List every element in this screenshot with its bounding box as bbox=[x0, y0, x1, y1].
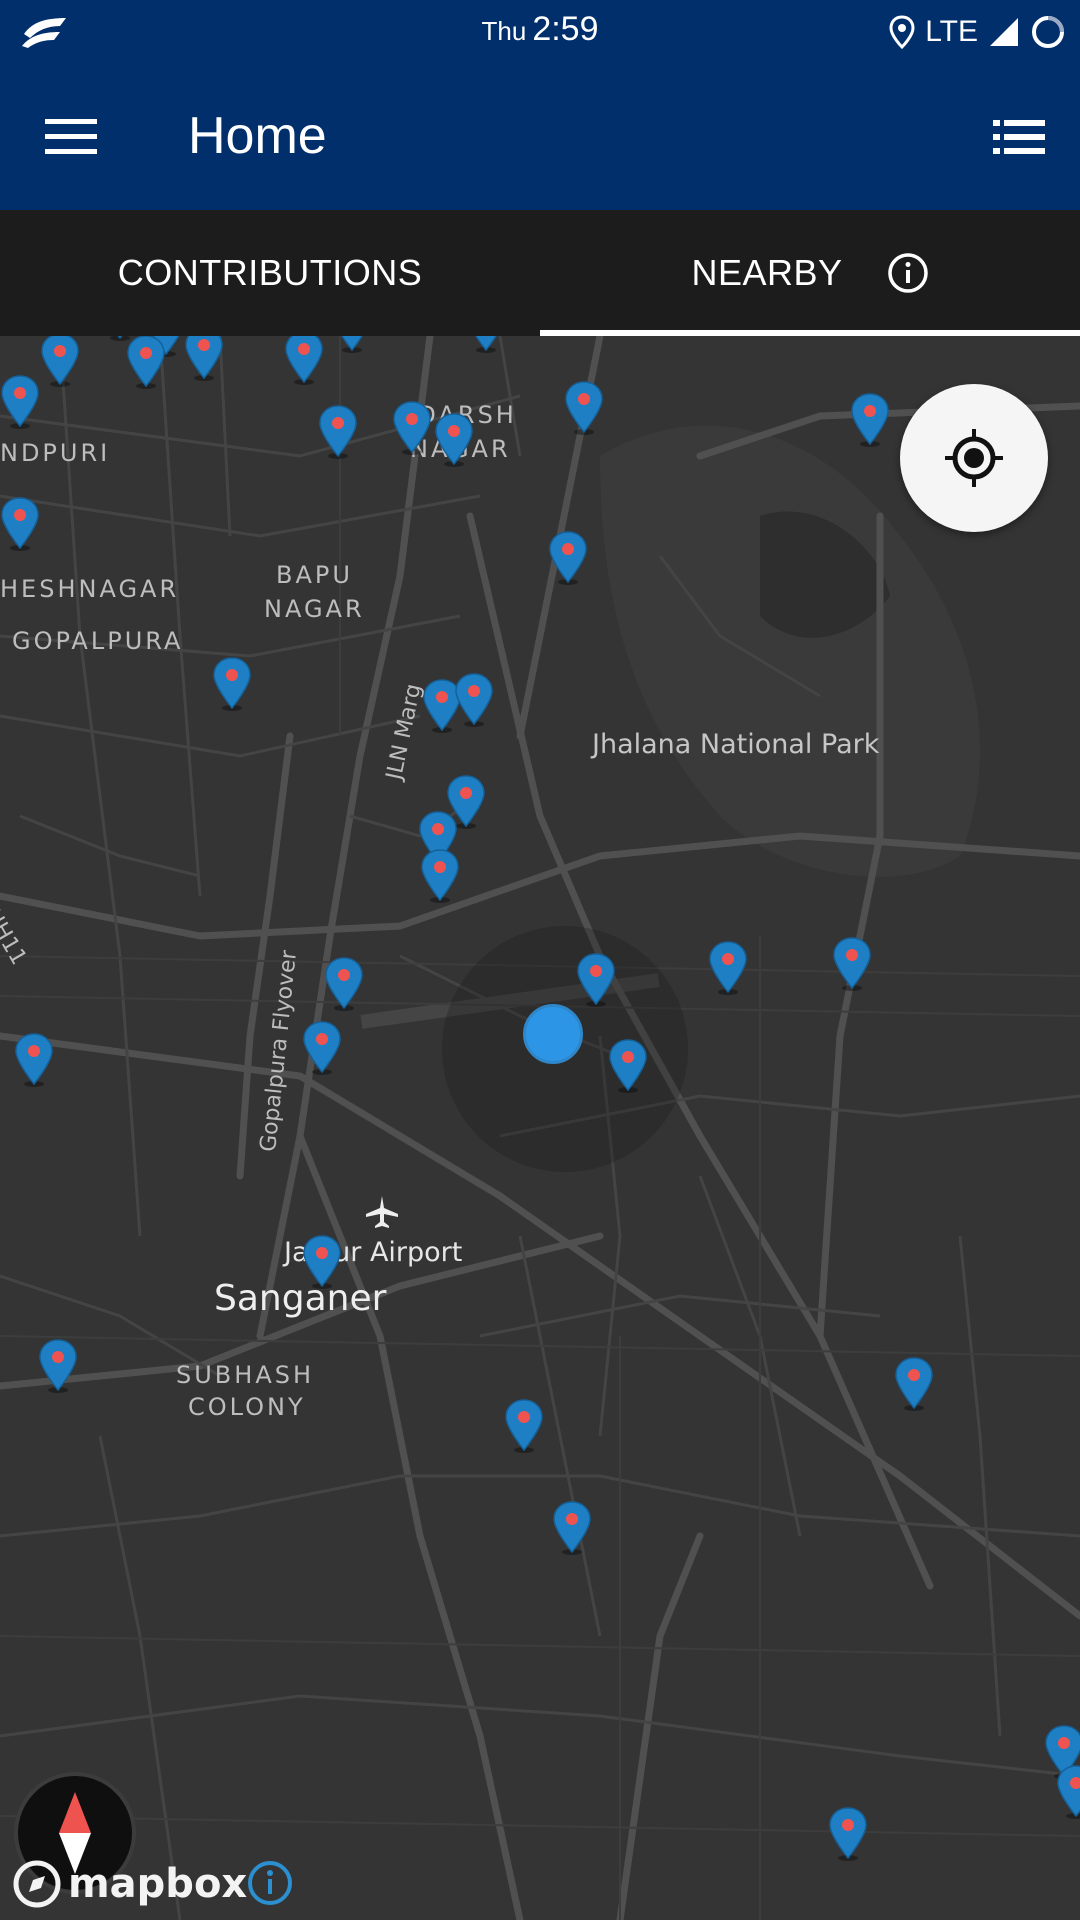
info-icon[interactable] bbox=[887, 252, 929, 294]
map-pin-icon[interactable] bbox=[454, 672, 494, 728]
map-pin-icon[interactable] bbox=[0, 496, 40, 552]
mapbox-wordmark: mapbox bbox=[68, 1861, 248, 1907]
map-pin-icon[interactable] bbox=[0, 374, 40, 430]
map-pin-icon[interactable] bbox=[466, 336, 506, 354]
network-type: LTE bbox=[925, 15, 978, 48]
status-day: Thu bbox=[481, 16, 527, 46]
map-pin-icon[interactable] bbox=[14, 1032, 54, 1088]
tab-bar: CONTRIBUTIONS NEARBY bbox=[0, 210, 1080, 336]
tab-contributions[interactable]: CONTRIBUTIONS bbox=[0, 210, 540, 336]
status-clock: 2:59 bbox=[532, 10, 599, 48]
map-label-jhalana-park: Jhalana National Park bbox=[592, 729, 880, 760]
map-pin-icon[interactable] bbox=[552, 1500, 592, 1556]
menu-icon bbox=[45, 119, 97, 154]
map-pin-icon[interactable] bbox=[420, 848, 460, 904]
map-label-gopalpura: GOPALPURA bbox=[12, 627, 184, 655]
map-pin-icon[interactable] bbox=[302, 1234, 342, 1290]
map-view[interactable]: NDPURI ADARSH NAGAR BAPU NAGAR HESHNAGAR… bbox=[0, 336, 1080, 1920]
map-pin-icon[interactable] bbox=[126, 336, 166, 390]
map-pin-icon[interactable] bbox=[434, 412, 474, 468]
app-bar: Home bbox=[0, 64, 1080, 210]
tab-nearby[interactable]: NEARBY bbox=[540, 210, 1080, 336]
map-pin-icon[interactable] bbox=[832, 936, 872, 992]
map-pin-icon[interactable] bbox=[184, 336, 224, 382]
map-pin-icon[interactable] bbox=[504, 1398, 544, 1454]
map-pin-icon[interactable] bbox=[318, 404, 358, 460]
attribution-info-icon[interactable] bbox=[246, 1859, 294, 1907]
map-label-subhash: SUBHASH bbox=[176, 1361, 315, 1389]
airport-icon bbox=[366, 1196, 398, 1228]
map-pin-icon[interactable] bbox=[40, 336, 80, 388]
map-label-subhash-colony: COLONY bbox=[188, 1393, 306, 1421]
status-icons: LTE bbox=[889, 12, 1066, 52]
status-bar: Thu 2:59 LTE bbox=[0, 0, 1080, 64]
map-pin-icon[interactable] bbox=[302, 1020, 342, 1076]
map-pin-icon[interactable] bbox=[894, 1356, 934, 1412]
gps-target-icon bbox=[945, 429, 1003, 487]
map-pin-icon[interactable] bbox=[576, 952, 616, 1008]
map-pin-icon[interactable] bbox=[850, 392, 890, 448]
list-icon bbox=[993, 120, 1045, 154]
map-pin-icon[interactable] bbox=[332, 336, 372, 354]
tab-contributions-label: CONTRIBUTIONS bbox=[117, 252, 423, 293]
map-pin-icon[interactable] bbox=[392, 400, 432, 456]
map-label-indpuri: NDPURI bbox=[0, 439, 111, 467]
map-label-bapu: BAPU bbox=[276, 561, 353, 589]
map-label-bapu-nagar: NAGAR bbox=[264, 595, 365, 623]
map-pin-icon[interactable] bbox=[324, 956, 364, 1012]
user-location-dot bbox=[523, 1004, 583, 1064]
mapbox-logo-icon bbox=[13, 1860, 61, 1908]
map-pin-icon[interactable] bbox=[38, 1338, 78, 1394]
my-location-button[interactable] bbox=[900, 384, 1048, 532]
signal-icon bbox=[990, 18, 1018, 46]
menu-button[interactable] bbox=[34, 104, 108, 170]
map-label-sanganer: Sanganer bbox=[214, 1278, 387, 1319]
map-pin-icon[interactable] bbox=[708, 940, 748, 996]
list-view-button[interactable] bbox=[984, 104, 1054, 170]
map-pin-icon[interactable] bbox=[828, 1806, 868, 1862]
map-pin-icon[interactable] bbox=[564, 380, 604, 436]
map-pin-icon[interactable] bbox=[284, 336, 324, 386]
mapbox-logo: mapbox bbox=[12, 1856, 247, 1912]
tab-nearby-label: NEARBY bbox=[691, 252, 843, 293]
map-pin-icon[interactable] bbox=[548, 530, 588, 586]
map-pin-icon[interactable] bbox=[1056, 1764, 1080, 1820]
loading-icon bbox=[1032, 16, 1064, 48]
map-label-ganeshnagar: HESHNAGAR bbox=[0, 575, 180, 603]
location-icon bbox=[889, 15, 915, 49]
map-pin-icon[interactable] bbox=[212, 656, 252, 712]
page-title: Home bbox=[188, 107, 327, 165]
map-pin-icon[interactable] bbox=[608, 1038, 648, 1094]
